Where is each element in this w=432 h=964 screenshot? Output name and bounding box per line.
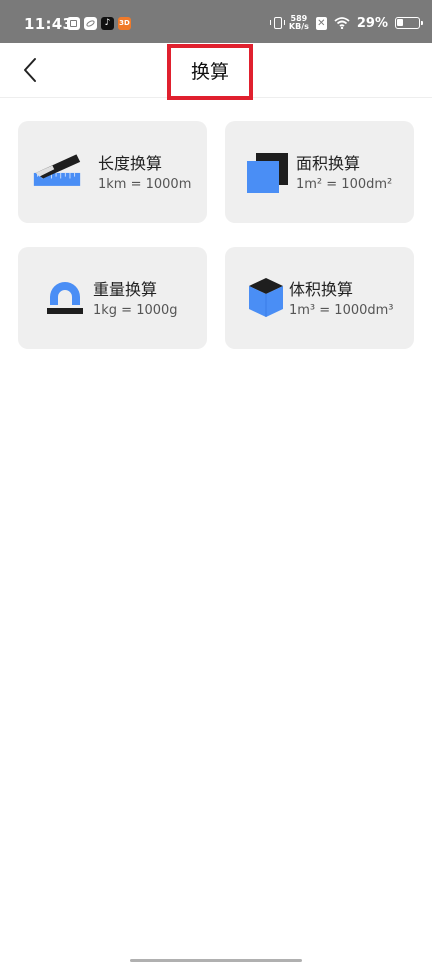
- card-title: 长度换算: [98, 154, 163, 173]
- chevron-left-icon: [24, 58, 36, 82]
- leaf-app-icon: [84, 17, 97, 30]
- card-subtitle: 1kg = 1000g: [93, 303, 178, 318]
- card-title: 面积换算: [296, 154, 361, 173]
- back-button[interactable]: [18, 57, 44, 83]
- header: 换算: [0, 43, 432, 100]
- card-weight-conversion[interactable]: 重量换算 1kg = 1000g: [18, 247, 207, 349]
- card-title: 体积换算: [289, 280, 354, 299]
- title-highlight-box: 换算: [167, 44, 253, 100]
- card-volume-conversion[interactable]: 体积换算 1m³ = 1000dm³: [225, 247, 414, 349]
- status-bar: 11:43 ♪ 3D 589 KB/s ✕ 29%: [0, 0, 432, 43]
- scale-weight-icon: [47, 282, 83, 314]
- status-app-icons: ♪ 3D: [67, 17, 131, 30]
- no-sim-icon: ✕: [315, 16, 327, 30]
- card-subtitle: 1m³ = 1000dm³: [289, 303, 394, 318]
- card-subtitle: 1m² = 100dm²: [296, 177, 393, 192]
- page-title: 换算: [190, 61, 229, 83]
- calendar-app-icon: [67, 17, 80, 30]
- card-area-conversion[interactable]: 面积换算 1m² = 100dm²: [225, 121, 414, 223]
- ruler-icon: [33, 154, 81, 186]
- home-indicator[interactable]: [130, 959, 302, 962]
- battery-icon: [395, 17, 423, 29]
- orange-app-icon: 3D: [118, 17, 131, 30]
- battery-fill: [397, 19, 403, 26]
- tiktok-icon: ♪: [101, 17, 114, 30]
- card-length-conversion[interactable]: 长度换算 1km = 1000m: [18, 121, 207, 223]
- volume-cube-icon: [249, 278, 283, 317]
- area-square-icon: [247, 153, 288, 193]
- status-time: 11:43: [24, 15, 74, 33]
- wifi-icon: [334, 17, 350, 29]
- card-title: 重量换算: [93, 280, 158, 299]
- battery-percent: 29%: [356, 15, 388, 31]
- network-speed-unit: KB/s: [288, 22, 309, 31]
- network-speed: 589 KB/s: [289, 15, 309, 31]
- status-system-icons: 589 KB/s ✕ 29%: [269, 14, 423, 32]
- card-subtitle: 1km = 1000m: [98, 177, 192, 192]
- vibrate-icon: [269, 17, 285, 29]
